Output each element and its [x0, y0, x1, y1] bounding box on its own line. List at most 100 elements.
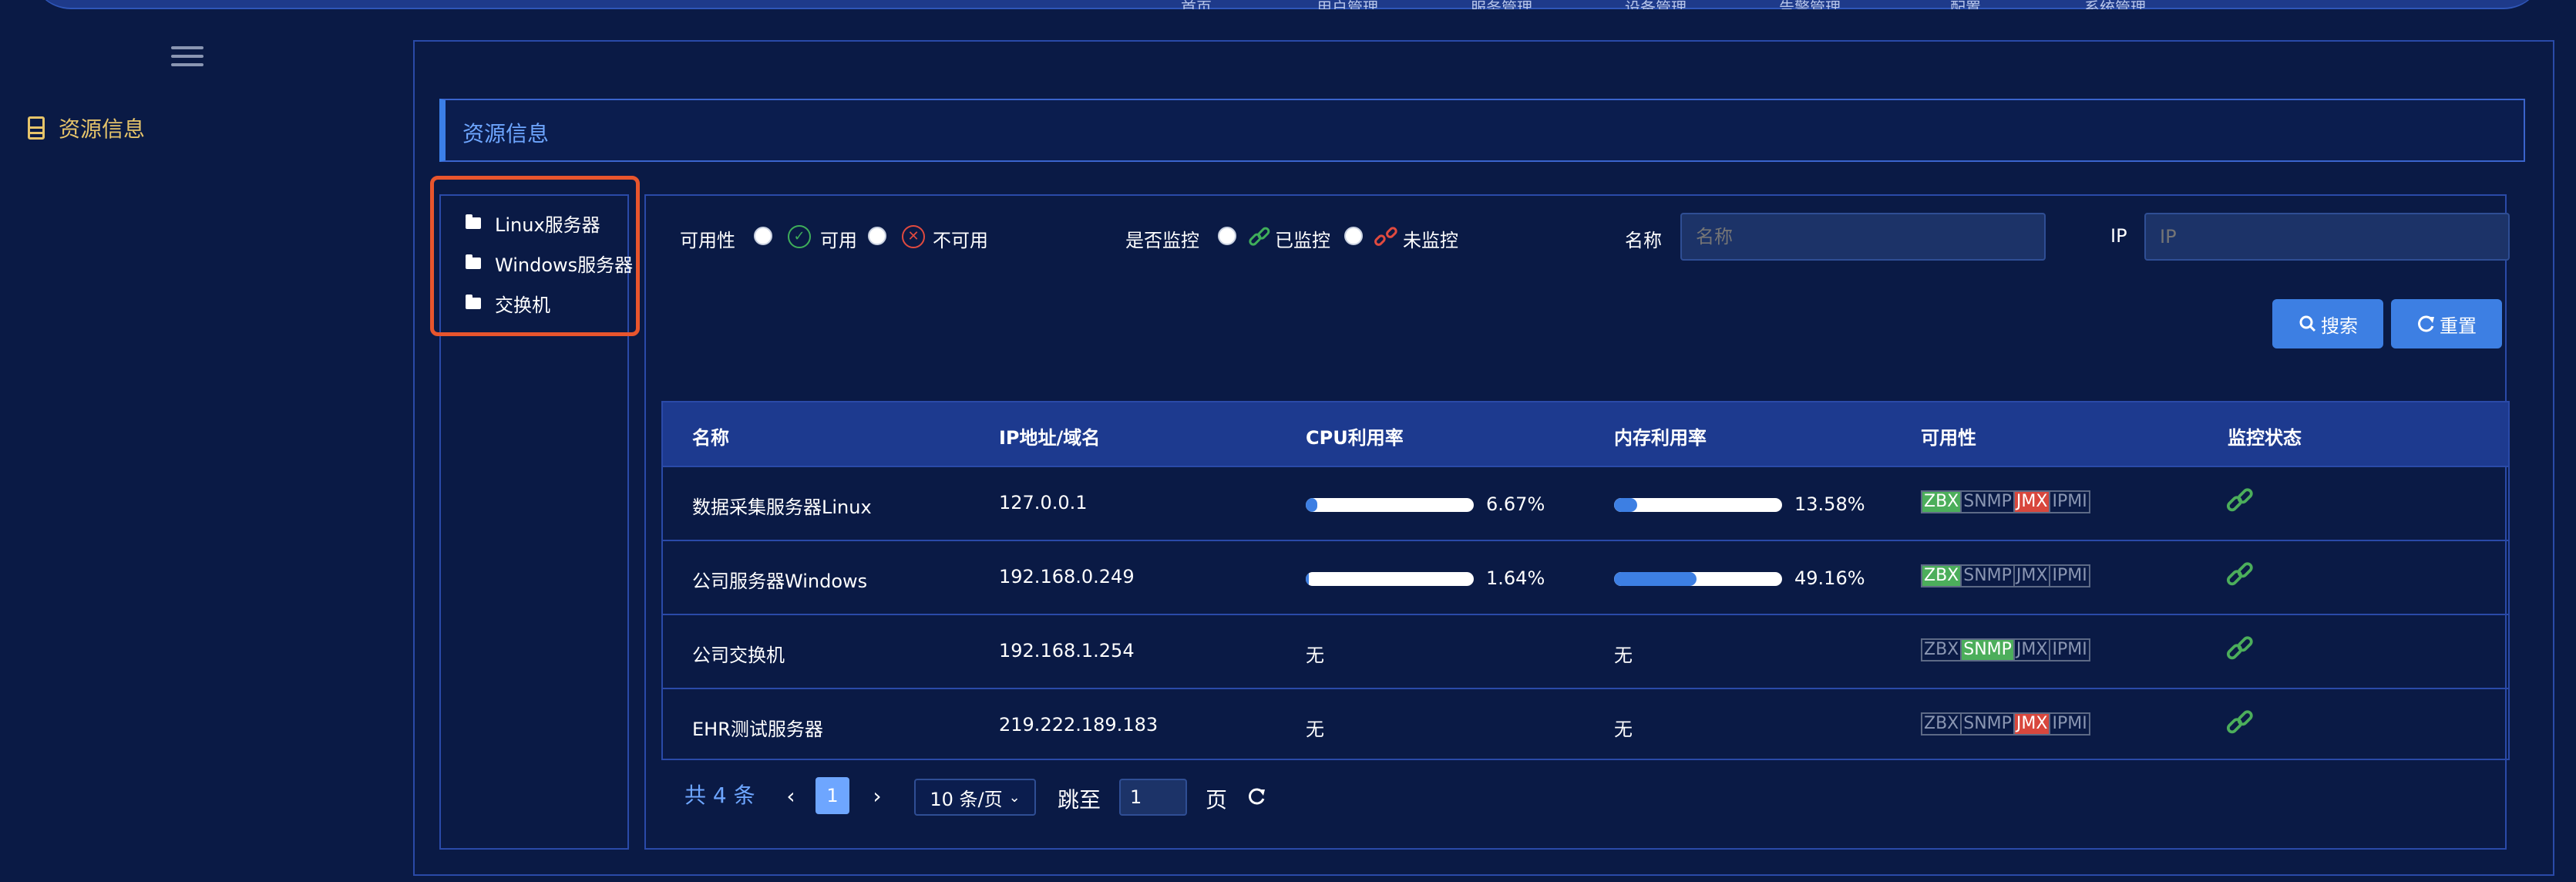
- table-row[interactable]: 公司交换机 192.168.1.254 无 无 ZBX SNMP JMX IPMI: [663, 614, 2508, 688]
- page-size-value: 10 条/页: [930, 788, 1003, 810]
- cross-circle-icon: ✕: [902, 225, 925, 248]
- folder-icon: [466, 295, 481, 309]
- column-header-monitor-status: 监控状态: [2228, 427, 2302, 449]
- monitored-label: 已监控: [1275, 230, 1330, 251]
- ip-filter-label: IP: [2110, 225, 2127, 247]
- availability-tag-snmp: SNMP: [1960, 638, 2015, 662]
- availability-tag-jmx: JMX: [2013, 564, 2051, 587]
- availability-tags: ZBX SNMP JMX IPMI: [1921, 712, 2090, 736]
- availability-tags: ZBX SNMP JMX IPMI: [1921, 564, 2090, 587]
- link-icon[interactable]: [2225, 486, 2255, 517]
- tree-item-label: Linux服务器: [495, 214, 600, 236]
- link-icon: [1249, 227, 1270, 246]
- cell-ip: 219.222.189.183: [999, 714, 1159, 736]
- available-label: 可用: [820, 230, 857, 251]
- cell-name: 数据采集服务器Linux: [692, 497, 872, 518]
- cell-ip: 192.168.1.254: [999, 640, 1135, 662]
- availability-tag-ipmi: IPMI: [2049, 564, 2090, 587]
- availability-tag-zbx: ZBX: [1921, 564, 1962, 587]
- availability-tag-zbx: ZBX: [1921, 638, 1962, 662]
- nav-item-system[interactable]: 系统管理: [2084, 0, 2184, 9]
- search-button-label: 搜索: [2321, 315, 2358, 337]
- unmonitored-radio[interactable]: [1344, 227, 1363, 245]
- tree-item-windows[interactable]: Windows服务器: [466, 250, 633, 277]
- column-header-ip: IP地址/域名: [999, 427, 1101, 449]
- next-page-button[interactable]: ›: [860, 777, 894, 814]
- ip-search-input[interactable]: [2144, 213, 2510, 261]
- pagination-total: 共 4 条: [684, 783, 755, 808]
- table-row[interactable]: 公司服务器Windows 192.168.0.249 1.64% 49.16% ZBX S…: [663, 540, 2508, 614]
- nav-item-users[interactable]: 用户管理: [1317, 0, 1417, 9]
- table-row[interactable]: 数据采集服务器Linux 127.0.0.1 6.67% 13.58% ZBX SNMP J…: [663, 466, 2508, 540]
- availability-tag-jmx: JMX: [2013, 638, 2051, 662]
- availability-tag-jmx: JMX: [2013, 490, 2051, 513]
- chevron-left-icon: ‹: [786, 783, 795, 809]
- cell-ip: 192.168.0.249: [999, 566, 1135, 587]
- nav-item-alerts[interactable]: 告警管理: [1779, 0, 1879, 9]
- broken-link-icon: [1374, 227, 1397, 246]
- page-title: 资源信息: [462, 121, 550, 146]
- memory-value: 无: [1614, 719, 1633, 740]
- link-icon[interactable]: [2225, 634, 2255, 665]
- cell-name: 公司交换机: [692, 645, 785, 666]
- cpu-percent: 6.67%: [1486, 493, 1545, 515]
- column-header-availability: 可用性: [1921, 427, 1976, 449]
- folder-icon: [466, 214, 481, 229]
- nav-item-services[interactable]: 服务管理: [1471, 0, 1571, 9]
- refresh-icon[interactable]: [1247, 786, 1267, 806]
- page-size-select[interactable]: 10 条/页 ⌄: [914, 779, 1036, 816]
- reset-button[interactable]: 重置: [2391, 299, 2502, 348]
- availability-tag-zbx: ZBX: [1921, 490, 1962, 513]
- unavailable-radio[interactable]: [868, 227, 886, 245]
- availability-tags: ZBX SNMP JMX IPMI: [1921, 638, 2090, 662]
- chevron-down-icon: ⌄: [1008, 789, 1021, 806]
- availability-tag-snmp: SNMP: [1960, 490, 2015, 513]
- availability-tag-ipmi: IPMI: [2049, 638, 2090, 662]
- nav-item-home[interactable]: 首页: [1181, 0, 1281, 9]
- link-icon[interactable]: [2225, 708, 2255, 739]
- folder-icon: [466, 254, 481, 269]
- menu-toggle-icon[interactable]: [171, 46, 203, 71]
- cpu-progress-bar: [1306, 498, 1474, 512]
- memory-percent: 13.58%: [1794, 493, 1865, 515]
- tree-item-linux[interactable]: Linux服务器: [466, 210, 600, 237]
- availability-tag-snmp: SNMP: [1960, 564, 2015, 587]
- unmonitored-label: 未监控: [1403, 230, 1458, 251]
- prev-page-button[interactable]: ‹: [774, 777, 808, 814]
- memory-progress-fill: [1614, 572, 1697, 586]
- tree-item-switch[interactable]: 交换机: [466, 290, 550, 317]
- cpu-progress-fill: [1306, 572, 1309, 586]
- jump-to-label: 跳至: [1058, 787, 1101, 813]
- check-circle-icon: ✓: [788, 225, 811, 248]
- availability-label: 可用性: [680, 230, 735, 251]
- tree-item-label: Windows服务器: [495, 254, 634, 276]
- cpu-progress-bar: [1306, 572, 1474, 586]
- page-title-bar: 资源信息: [439, 99, 2525, 162]
- tree-item-label: 交换机: [495, 295, 550, 316]
- search-icon: [2299, 315, 2316, 332]
- unavailable-label: 不可用: [933, 230, 988, 251]
- name-search-input[interactable]: [1680, 213, 2046, 261]
- link-icon[interactable]: [2225, 560, 2255, 591]
- sidebar-item-resource-info[interactable]: 资源信息: [28, 113, 145, 143]
- cell-name: EHR测试服务器: [692, 719, 823, 740]
- resource-table: 名称 IP地址/域名 CPU利用率 内存利用率 可用性 监控状态 数据采集服务器…: [661, 401, 2510, 760]
- monitored-radio[interactable]: [1218, 227, 1236, 245]
- column-header-cpu: CPU利用率: [1306, 427, 1404, 449]
- jump-page-input[interactable]: [1119, 779, 1187, 816]
- page-number-current[interactable]: 1: [816, 777, 849, 814]
- memory-progress-fill: [1614, 498, 1637, 512]
- availability-tag-snmp: SNMP: [1960, 712, 2015, 736]
- cpu-percent: 1.64%: [1486, 567, 1545, 589]
- memory-value: 无: [1614, 645, 1633, 666]
- available-radio[interactable]: [754, 227, 772, 245]
- nav-item-devices[interactable]: 设备管理: [1625, 0, 1725, 9]
- nav-item-config[interactable]: 配置: [1950, 0, 2050, 9]
- search-button[interactable]: 搜索: [2272, 299, 2383, 348]
- cell-ip: 127.0.0.1: [999, 492, 1088, 513]
- name-filter-label: 名称: [1625, 230, 1662, 251]
- column-header-name: 名称: [692, 427, 729, 449]
- table-row[interactable]: EHR测试服务器 219.222.189.183 无 无 ZBX SNMP JMX IPMI: [663, 688, 2508, 762]
- cpu-progress-fill: [1306, 498, 1317, 512]
- availability-tag-ipmi: IPMI: [2049, 490, 2090, 513]
